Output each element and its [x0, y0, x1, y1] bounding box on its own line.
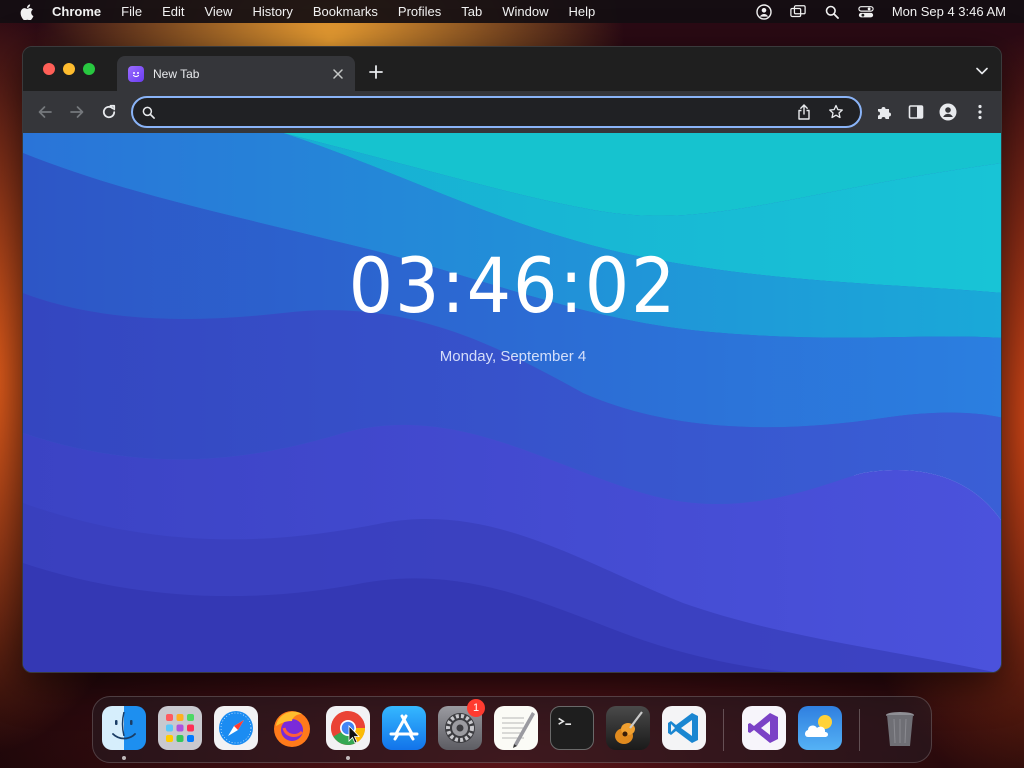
finder-icon[interactable] [102, 706, 146, 750]
extensions-puzzle-icon[interactable] [875, 103, 893, 121]
menu-window[interactable]: Window [502, 4, 548, 19]
system-settings-badge: 1 [467, 699, 485, 717]
textedit-icon[interactable] [494, 706, 538, 750]
weather-icon[interactable] [798, 706, 842, 750]
control-center-icon[interactable] [858, 4, 874, 20]
wave-background [23, 133, 1001, 672]
visual-studio-icon[interactable] [742, 706, 786, 750]
chrome-icon[interactable] [326, 706, 370, 750]
tab-new-tab[interactable]: New Tab [117, 56, 355, 91]
profile-avatar-icon[interactable] [939, 103, 957, 121]
apple-menu-icon[interactable] [18, 3, 36, 21]
window-close-button[interactable] [43, 63, 55, 75]
menu-bar-status-area: Mon Sep 4 3:46 AM [738, 0, 1006, 23]
address-input[interactable] [165, 104, 796, 120]
menu-file[interactable]: File [121, 4, 142, 19]
tab-search-chevron-down-icon[interactable] [975, 64, 989, 78]
tab-close-icon[interactable] [330, 66, 346, 82]
forward-arrow-icon[interactable] [67, 102, 87, 122]
dock: 1 [92, 696, 932, 763]
browser-toolbar [23, 91, 1001, 133]
launchpad-icon[interactable] [158, 706, 202, 750]
garageband-icon[interactable] [606, 706, 650, 750]
clock-time: 03:46:02 [348, 241, 678, 330]
finder-running-indicator [122, 756, 126, 760]
menu-bar: Chrome File Edit View History Bookmarks … [0, 0, 1024, 23]
reload-icon[interactable] [99, 102, 119, 122]
firefox-icon[interactable] [270, 706, 314, 750]
menu-tab[interactable]: Tab [461, 4, 482, 19]
chrome-running-indicator [346, 756, 350, 760]
menu-history[interactable]: History [252, 4, 292, 19]
terminal-icon[interactable] [550, 706, 594, 750]
dock-separator-trash [859, 709, 860, 751]
side-panel-icon[interactable] [907, 103, 925, 121]
menu-edit[interactable]: Edit [162, 4, 184, 19]
trash-icon[interactable] [878, 706, 922, 750]
search-icon [141, 105, 155, 119]
menu-app-name[interactable]: Chrome [52, 4, 101, 19]
menu-bar-clock[interactable]: Mon Sep 4 3:46 AM [892, 4, 1006, 19]
more-menu-icon[interactable] [971, 103, 989, 121]
tab-title: New Tab [153, 66, 200, 81]
vscode-icon[interactable] [662, 706, 706, 750]
window-zoom-button[interactable] [83, 63, 95, 75]
user-switch-icon[interactable] [756, 3, 772, 20]
back-arrow-icon[interactable] [35, 102, 55, 122]
screen-mirroring-icon[interactable] [790, 4, 806, 20]
window-minimize-button[interactable] [63, 63, 75, 75]
safari-icon[interactable] [214, 706, 258, 750]
spotlight-search-icon[interactable] [824, 4, 840, 20]
clock-date: Monday, September 4 [439, 348, 587, 365]
address-bar[interactable] [131, 96, 862, 128]
menu-bookmarks[interactable]: Bookmarks [313, 4, 378, 19]
browser-window: New Tab 03:46:02 Monday, September 4 [22, 46, 1002, 673]
menu-help[interactable]: Help [569, 4, 596, 19]
bookmark-star-icon[interactable] [828, 104, 844, 120]
new-tab-extension-icon [128, 65, 144, 82]
new-tab-page: 03:46:02 Monday, September 4 [23, 133, 1001, 672]
tab-strip: New Tab [23, 47, 1001, 91]
dock-separator [723, 709, 724, 751]
app-store-icon[interactable] [382, 706, 426, 750]
share-icon[interactable] [796, 104, 812, 120]
menu-view[interactable]: View [204, 4, 232, 19]
new-tab-plus-icon[interactable] [367, 63, 385, 81]
menu-profiles[interactable]: Profiles [398, 4, 441, 19]
